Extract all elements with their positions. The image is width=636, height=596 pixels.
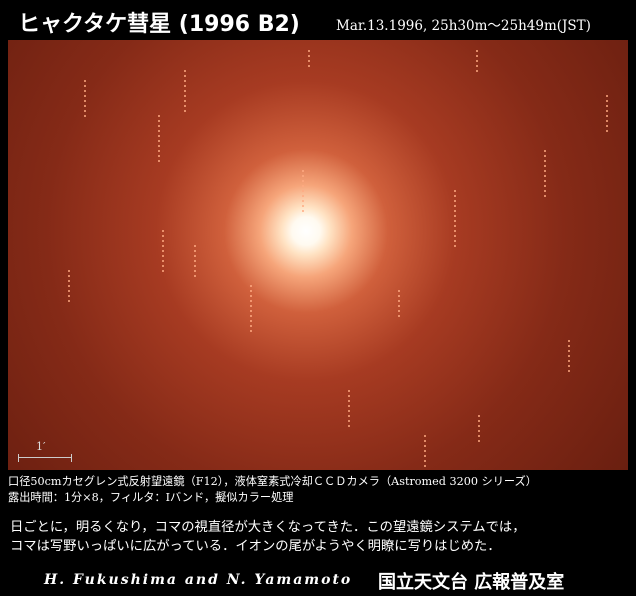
star-trail bbox=[398, 290, 400, 320]
caption-exposure: 露出時間：1分×8，フィルタ：Iバンド，擬似カラー処理 bbox=[8, 491, 294, 504]
star-trail bbox=[250, 285, 252, 335]
star-trail bbox=[454, 190, 456, 250]
star-trail bbox=[68, 270, 70, 305]
star-trail bbox=[184, 70, 186, 115]
description-line-1: 日ごとに，明るくなり，コマの視直径が大きくなってきた．この望遠鏡システムでは， bbox=[10, 520, 526, 535]
page-title: ヒャクタケ彗星 (1996 B2) bbox=[18, 12, 300, 37]
scale-label: 1′ bbox=[36, 440, 46, 453]
credit-organization: 国立天文台 広報普及室 bbox=[378, 572, 565, 593]
credit-authors: H. Fukushima and N. Yamamoto bbox=[44, 572, 353, 588]
observation-time: Mar.13.1996, 25h30m〜25h49m(JST) bbox=[336, 18, 591, 34]
star-trail bbox=[158, 115, 160, 165]
star-trail bbox=[606, 95, 608, 135]
description-line-2: コマは写野いっぱいに広がっている．イオンの尾がようやく明瞭に写りはじめた． bbox=[10, 539, 501, 554]
star-trail bbox=[84, 80, 86, 118]
star-trail bbox=[302, 170, 304, 215]
star-trail bbox=[424, 435, 426, 470]
header: ヒャクタケ彗星 (1996 B2) Mar.13.1996, 25h30m〜25… bbox=[0, 0, 636, 40]
star-trail bbox=[308, 50, 310, 70]
star-trail bbox=[476, 50, 478, 75]
star-trail bbox=[478, 415, 480, 445]
star-trail bbox=[544, 150, 546, 200]
description: 日ごとに，明るくなり，コマの視直径が大きくなってきた．この望遠鏡システムでは， … bbox=[10, 518, 634, 556]
caption-instrument: 口径50cmカセグレン式反射望遠鏡（F12），液体窒素式冷却ＣＣＤカメラ（Ast… bbox=[8, 475, 537, 488]
scale-bar bbox=[18, 454, 72, 462]
comet-photo: 1′ bbox=[8, 40, 628, 470]
star-trail bbox=[348, 390, 350, 430]
caption: 口径50cmカセグレン式反射望遠鏡（F12），液体窒素式冷却ＣＣＤカメラ（Ast… bbox=[8, 474, 632, 506]
star-trail bbox=[194, 245, 196, 280]
star-trail bbox=[162, 230, 164, 275]
star-trail bbox=[568, 340, 570, 375]
